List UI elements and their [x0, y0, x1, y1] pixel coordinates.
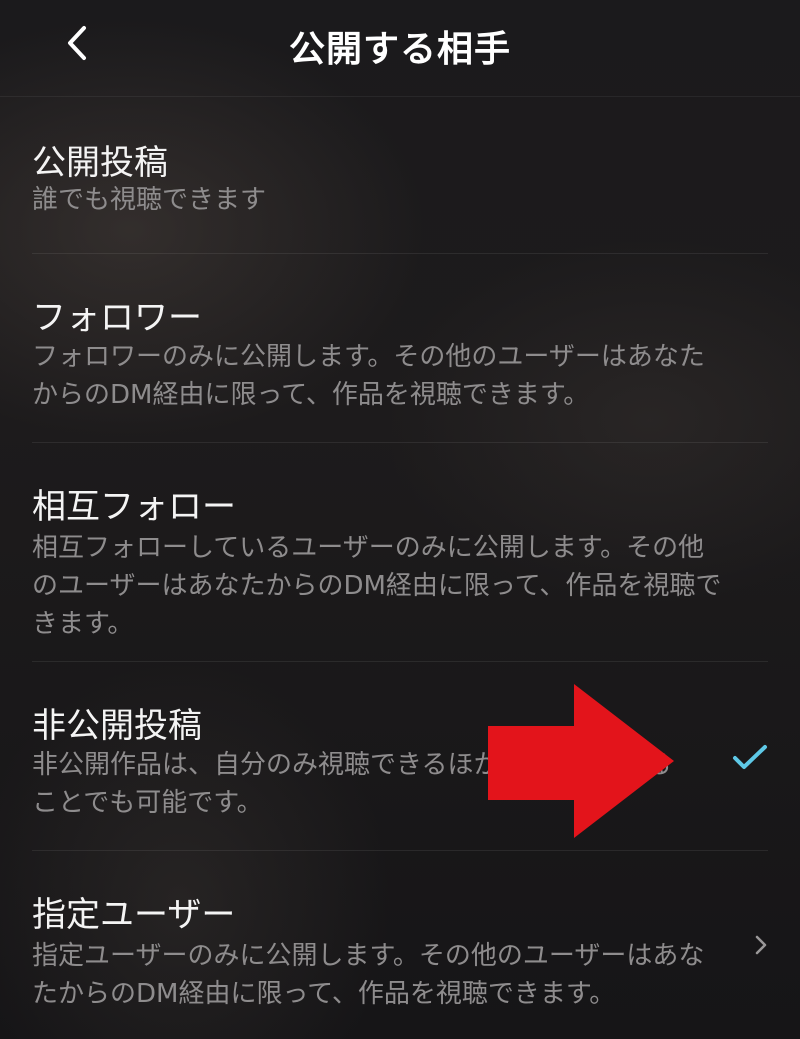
- option-description: 誰でも視聴できます: [32, 185, 267, 215]
- option-mutual-followers[interactable]: 相互フォロー 相互フォローしているユーザーのみに公開します。その他のユーザーはあ…: [0, 443, 800, 661]
- option-title: フォロワー: [32, 298, 202, 338]
- check-icon: [733, 745, 767, 769]
- option-description: 指定ユーザーのみに公開します。その他のユーザーはあなたからのDM経由に限って、作…: [32, 941, 705, 1009]
- option-title: 非公開投稿: [32, 706, 202, 746]
- option-title: 相互フォロー: [32, 487, 236, 527]
- page-title: 公開する相手: [288, 29, 511, 70]
- option-title: 公開投稿: [32, 143, 168, 183]
- option-followers[interactable]: フォロワー フォロワーのみに公開します。その他のユーザーはあなたからのDM経由に…: [0, 254, 800, 442]
- red-arrow-icon: [488, 684, 674, 838]
- option-private[interactable]: 非公開投稿 非公開作品は、自分のみ視聴できるほかDMで送信することでも可能です。: [0, 662, 800, 850]
- chevron-right-icon: [755, 935, 767, 955]
- option-description: フォロワーのみに公開します。その他のユーザーはあなたからのDM経由に限って、作品…: [32, 342, 705, 410]
- privacy-settings-screen: 公開する相手 公開投稿 誰でも視聴できます フォロワー フォロワーのみに公開しま…: [0, 0, 800, 1039]
- option-description: 相互フォローしているユーザーのみに公開します。その他のユーザーはあなたからのDM…: [32, 533, 722, 639]
- option-title: 指定ユーザー: [32, 895, 236, 935]
- option-specified-users[interactable]: 指定ユーザー 指定ユーザーのみに公開します。その他のユーザーはあなたからのDM経…: [0, 851, 800, 1039]
- header-bar: 公開する相手: [0, 0, 800, 97]
- option-public[interactable]: 公開投稿 誰でも視聴できます: [0, 97, 800, 254]
